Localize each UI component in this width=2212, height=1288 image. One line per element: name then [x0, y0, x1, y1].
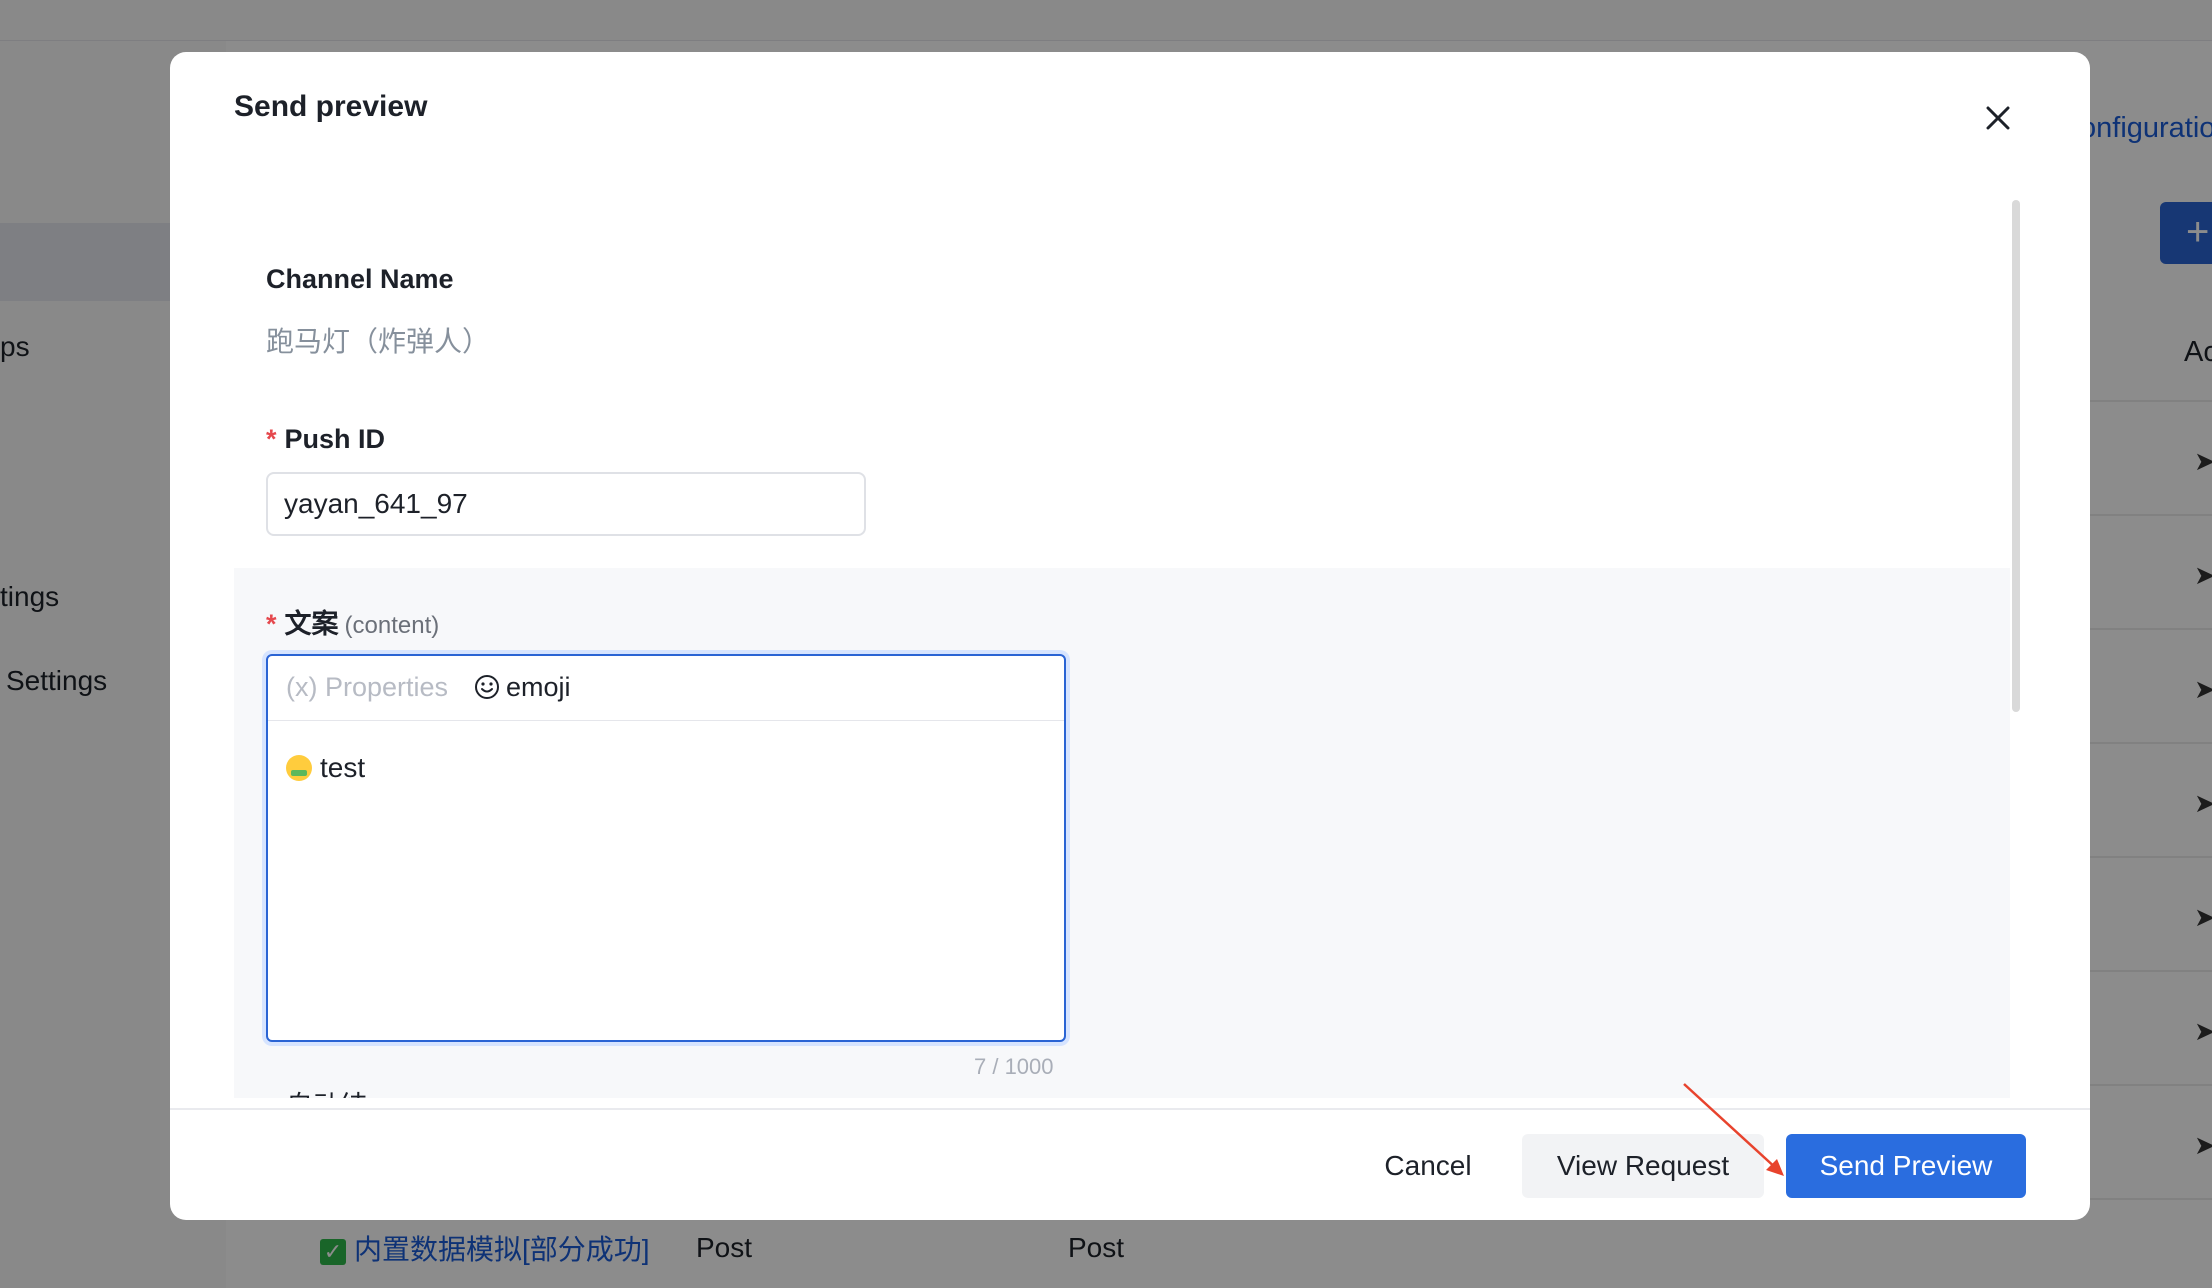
editor-toolbar: (x) Properties emoji [268, 656, 1064, 721]
modal-body: Channel Name 跑马灯（炸弹人） * Push ID yayan_641… [234, 198, 2010, 1098]
push-id-input[interactable]: yayan_641_97 [266, 472, 866, 536]
content-editor[interactable]: (x) Properties emoji test [266, 654, 1066, 1042]
modal-title: Send preview [234, 90, 428, 123]
content-label: * 文案 (content) [266, 602, 439, 641]
channel-name-value: 跑马灯（炸弹人） [266, 326, 491, 357]
editor-content[interactable]: test [286, 752, 365, 784]
push-id-label: * Push ID [266, 424, 385, 455]
editor-content-text: test [320, 752, 366, 783]
emoji-button-label: emoji [506, 672, 571, 702]
push-id-label-text: Push ID [284, 424, 386, 454]
content-sublabel: (content) [344, 612, 440, 639]
required-mark: * [266, 609, 277, 639]
annotation-arrow-icon [1683, 1083, 1784, 1176]
cancel-button[interactable]: Cancel [1360, 1134, 1496, 1198]
channel-name-label: Channel Name [266, 264, 454, 294]
properties-button[interactable]: (x) Properties [286, 672, 448, 703]
send-preview-modal: Send preview Channel Name 跑马灯（炸弹人） * Push… [170, 52, 2090, 1220]
modal-scrollbar[interactable] [2012, 200, 2020, 712]
emoji-button[interactable]: emoji [474, 672, 571, 703]
content-label-text: 文案 [284, 609, 339, 639]
send-preview-button[interactable]: Send Preview [1786, 1134, 2026, 1198]
next-field-label: 自动结 [286, 1084, 367, 1098]
required-mark: * [266, 424, 277, 454]
footer-divider [170, 1108, 2090, 1110]
close-icon[interactable] [1976, 96, 2020, 140]
character-counter: 7 / 1000 [974, 1054, 1054, 1079]
smiley-icon [475, 675, 499, 699]
money-mouth-emoji-icon [286, 755, 312, 781]
